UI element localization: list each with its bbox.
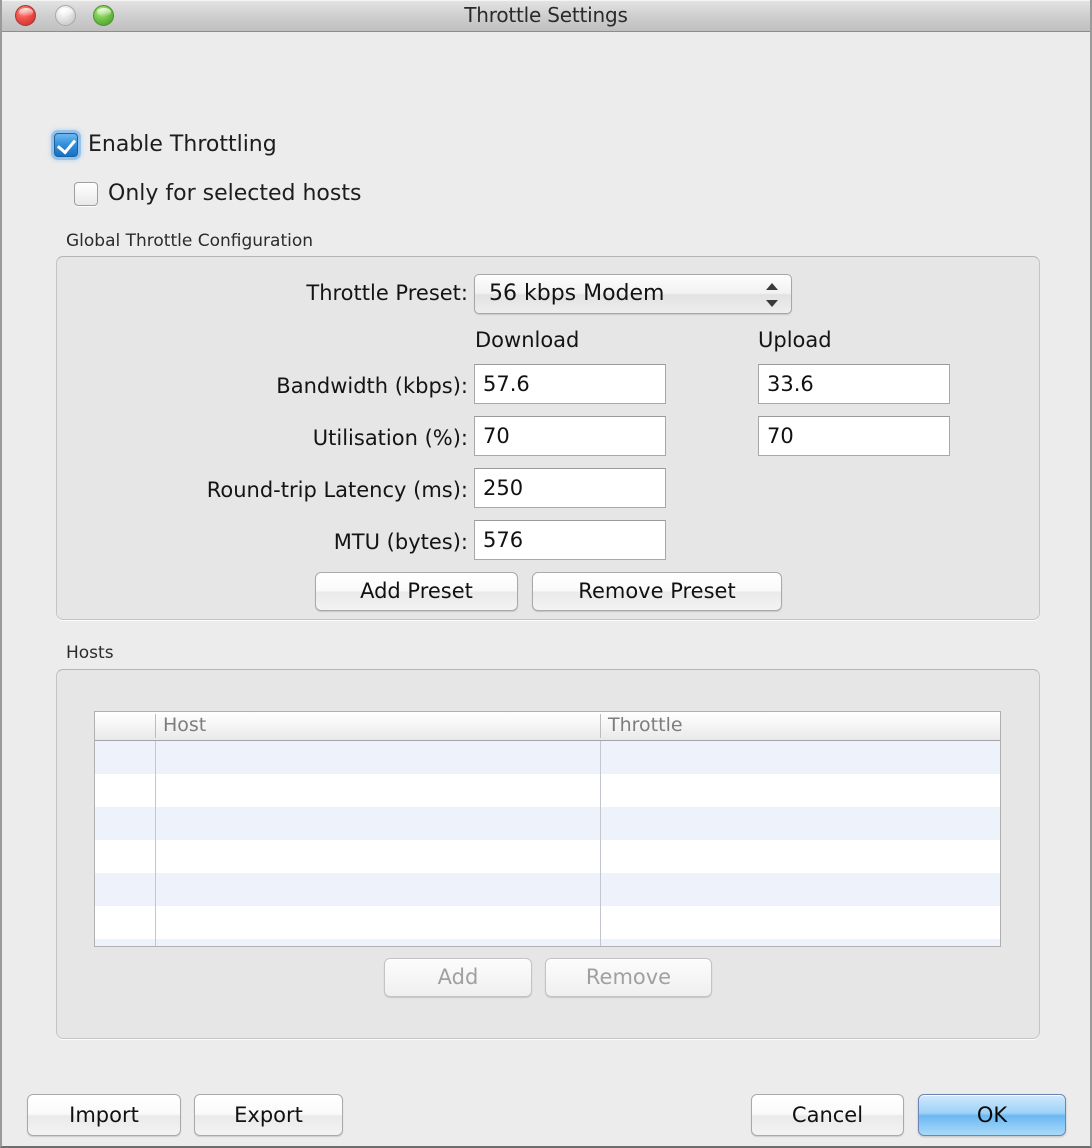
row-host (155, 873, 600, 906)
table-row[interactable] (95, 873, 1000, 906)
throttle-preset-label: Throttle Preset: (306, 281, 468, 305)
row-throttle (600, 741, 1000, 774)
row-throttle (600, 840, 1000, 873)
table-row[interactable] (95, 741, 1000, 774)
chevron-up-icon (766, 283, 778, 290)
hosts-group-label: Hosts (66, 643, 114, 663)
enable-throttling-label: Enable Throttling (88, 132, 277, 157)
row-host (155, 939, 600, 946)
table-row[interactable] (95, 840, 1000, 873)
stepper-arrows-icon[interactable] (765, 281, 779, 309)
remove-preset-button[interactable]: Remove Preset (532, 572, 782, 611)
export-button[interactable]: Export (194, 1094, 343, 1136)
utilisation-download-input[interactable]: 70 (474, 416, 666, 456)
only-selected-hosts-label: Only for selected hosts (108, 181, 362, 206)
table-row[interactable] (95, 939, 1000, 946)
throttle-preset-value: 56 kbps Modem (489, 281, 665, 306)
row-host (155, 906, 600, 939)
hosts-column-header-gutter[interactable] (95, 712, 155, 740)
hosts-column-header-host[interactable]: Host (155, 712, 600, 740)
enable-throttling-row[interactable]: Enable Throttling (54, 132, 277, 157)
window-title: Throttle Settings (464, 3, 628, 27)
utilisation-upload-input[interactable]: 70 (758, 416, 950, 456)
row-throttle (600, 939, 1000, 946)
row-throttle (600, 774, 1000, 807)
hosts-column-header-throttle[interactable]: Throttle (600, 712, 1000, 740)
row-throttle (600, 873, 1000, 906)
round-trip-latency-label: Round-trip Latency (ms): (206, 478, 468, 502)
add-preset-button[interactable]: Add Preset (315, 572, 518, 611)
bandwidth-label: Bandwidth (kbps): (276, 374, 468, 398)
utilisation-label: Utilisation (%): (312, 426, 468, 450)
bandwidth-download-input[interactable]: 57.6 (474, 364, 666, 404)
throttle-preset-select[interactable]: 56 kbps Modem (474, 274, 792, 314)
remove-host-button[interactable]: Remove (545, 958, 712, 997)
upload-column-header: Upload (758, 328, 832, 352)
row-gutter (95, 840, 155, 873)
row-gutter (95, 774, 155, 807)
table-row[interactable] (95, 906, 1000, 939)
throttle-settings-window: Throttle Settings Enable Throttling Only… (0, 0, 1092, 1148)
enable-throttling-checkbox[interactable] (54, 132, 78, 157)
table-row[interactable] (95, 774, 1000, 807)
hosts-table-header: Host Throttle (95, 712, 1000, 741)
add-host-button[interactable]: Add (384, 958, 532, 997)
row-gutter (95, 906, 155, 939)
dialog-content: Enable Throttling Only for selected host… (2, 32, 1090, 1146)
cancel-button[interactable]: Cancel (751, 1094, 904, 1136)
row-gutter (95, 873, 155, 906)
hosts-table[interactable]: Host Throttle (94, 711, 1001, 947)
row-gutter (95, 807, 155, 840)
table-row[interactable] (95, 807, 1000, 840)
mtu-label: MTU (bytes): (333, 530, 468, 554)
import-button[interactable]: Import (27, 1094, 181, 1136)
row-throttle (600, 906, 1000, 939)
bandwidth-upload-input[interactable]: 33.6 (758, 364, 950, 404)
global-throttle-group-label: Global Throttle Configuration (66, 231, 314, 251)
checkmark-icon (56, 133, 77, 155)
row-throttle (600, 807, 1000, 840)
row-gutter (95, 939, 155, 946)
download-column-header: Download (475, 328, 580, 352)
row-host (155, 774, 600, 807)
only-selected-hosts-row[interactable]: Only for selected hosts (74, 181, 361, 206)
row-host (155, 807, 600, 840)
chevron-down-icon (766, 300, 778, 307)
row-host (155, 840, 600, 873)
hosts-table-body (95, 741, 1000, 946)
mtu-input[interactable]: 576 (474, 520, 666, 560)
only-selected-hosts-checkbox[interactable] (74, 181, 98, 206)
window-titlebar: Throttle Settings (2, 0, 1090, 32)
row-host (155, 741, 600, 774)
round-trip-latency-input[interactable]: 250 (474, 468, 666, 508)
row-gutter (95, 741, 155, 774)
ok-button[interactable]: OK (918, 1094, 1066, 1136)
